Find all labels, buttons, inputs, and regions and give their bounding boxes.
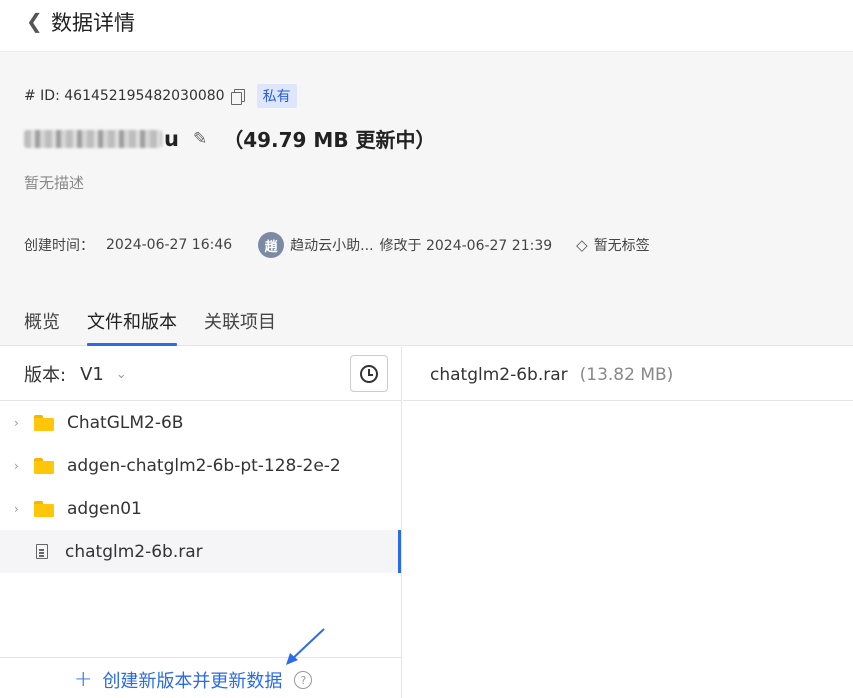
tag-icon[interactable]: ◇ [576, 236, 588, 254]
top-bar: ❮ 数据详情 [0, 0, 853, 52]
dataset-size-status: （49.79 MB 更新中） [223, 128, 436, 152]
folder-icon [34, 457, 54, 474]
id-row: # ID: 461452195482030080 私有 [24, 84, 297, 108]
bottom-bar: + 创建新版本并更新数据 ? [0, 657, 401, 698]
tab-related-projects[interactable]: 关联项目 [204, 308, 276, 346]
tree-item-label: ChatGLM2-6B [67, 412, 184, 433]
tab-files-and-versions[interactable]: 文件和版本 [87, 308, 177, 346]
tree-item-label: chatglm2-6b.rar [65, 541, 203, 562]
create-new-version-button[interactable]: + 创建新版本并更新数据 ? [74, 667, 313, 693]
visibility-badge: 私有 [256, 84, 297, 108]
file-icon [36, 544, 48, 559]
clock-icon [360, 364, 378, 383]
file-header: chatglm2-6b.rar (13.82 MB) [430, 365, 673, 385]
file-tree: › ChatGLM2-6B › adgen-chatglm2-6b-pt-128… [0, 401, 401, 573]
version-selector[interactable]: 版本: V1 ⌄ [24, 361, 127, 387]
tags-text[interactable]: 暂无标签 [594, 235, 650, 255]
modified-time: 修改于 2024-06-27 21:39 [379, 238, 553, 254]
page-title: 数据详情 [51, 11, 135, 35]
annotation-arrow-icon [286, 628, 325, 665]
file-tree-pane: 版本: V1 ⌄ › ChatGLM2-6B › adgen-chatglm2-… [0, 347, 402, 698]
folder-icon [34, 500, 54, 517]
file-name: chatglm2-6b.rar [430, 365, 568, 385]
file-size: (13.82 MB) [579, 365, 674, 385]
created-time: 2024-06-27 16:46 [106, 237, 233, 253]
tab-overview[interactable]: 概览 [24, 308, 60, 346]
folder-icon [34, 414, 54, 431]
dataset-info-panel: # ID: 461452195482030080 私有 u ✎ （49.79 M… [0, 52, 853, 346]
version-value[interactable]: V1 [80, 364, 104, 385]
dataset-name: u [164, 126, 179, 151]
plus-icon: + [74, 667, 93, 692]
copy-icon[interactable] [230, 88, 245, 105]
modified-by-user[interactable]: 趋动云小助... [290, 235, 373, 255]
tab-bar: 概览 文件和版本 关联项目 [24, 308, 303, 346]
tree-item-folder[interactable]: › ChatGLM2-6B [0, 401, 401, 444]
file-detail-pane: chatglm2-6b.rar (13.82 MB) [403, 347, 853, 698]
divider [403, 400, 853, 401]
edit-icon[interactable]: ✎ [193, 129, 207, 149]
dataset-description: 暂无描述 [24, 174, 85, 192]
tree-item-file[interactable]: chatglm2-6b.rar [0, 530, 401, 573]
tree-item-folder[interactable]: › adgen-chatglm2-6b-pt-128-2e-2 [0, 444, 401, 487]
avatar: 趙 [258, 232, 285, 258]
version-label: 版本: [24, 365, 67, 386]
created-label: 创建时间： [24, 238, 94, 254]
chevron-left-icon[interactable]: ❮ [26, 9, 43, 33]
dataset-name-row: u ✎ （49.79 MB 更新中） [24, 124, 436, 153]
chevron-right-icon[interactable]: › [14, 502, 19, 516]
tree-item-folder[interactable]: › adgen01 [0, 487, 401, 530]
chevron-down-icon[interactable]: ⌄ [116, 367, 127, 382]
help-icon[interactable]: ? [294, 671, 313, 689]
meta-row: 创建时间： 2024-06-27 16:46 趙 趋动云小助... 修改于 20… [24, 232, 650, 258]
tree-item-label: adgen-chatglm2-6b-pt-128-2e-2 [67, 455, 341, 476]
chevron-right-icon[interactable]: › [14, 459, 19, 473]
tree-item-label: adgen01 [67, 498, 142, 519]
create-new-version-label: 创建新版本并更新数据 [102, 671, 283, 692]
dataset-name-redacted [24, 129, 162, 148]
history-button[interactable] [350, 355, 388, 392]
chevron-right-icon[interactable]: › [14, 416, 19, 430]
dataset-id: # ID: 461452195482030080 [24, 88, 225, 104]
